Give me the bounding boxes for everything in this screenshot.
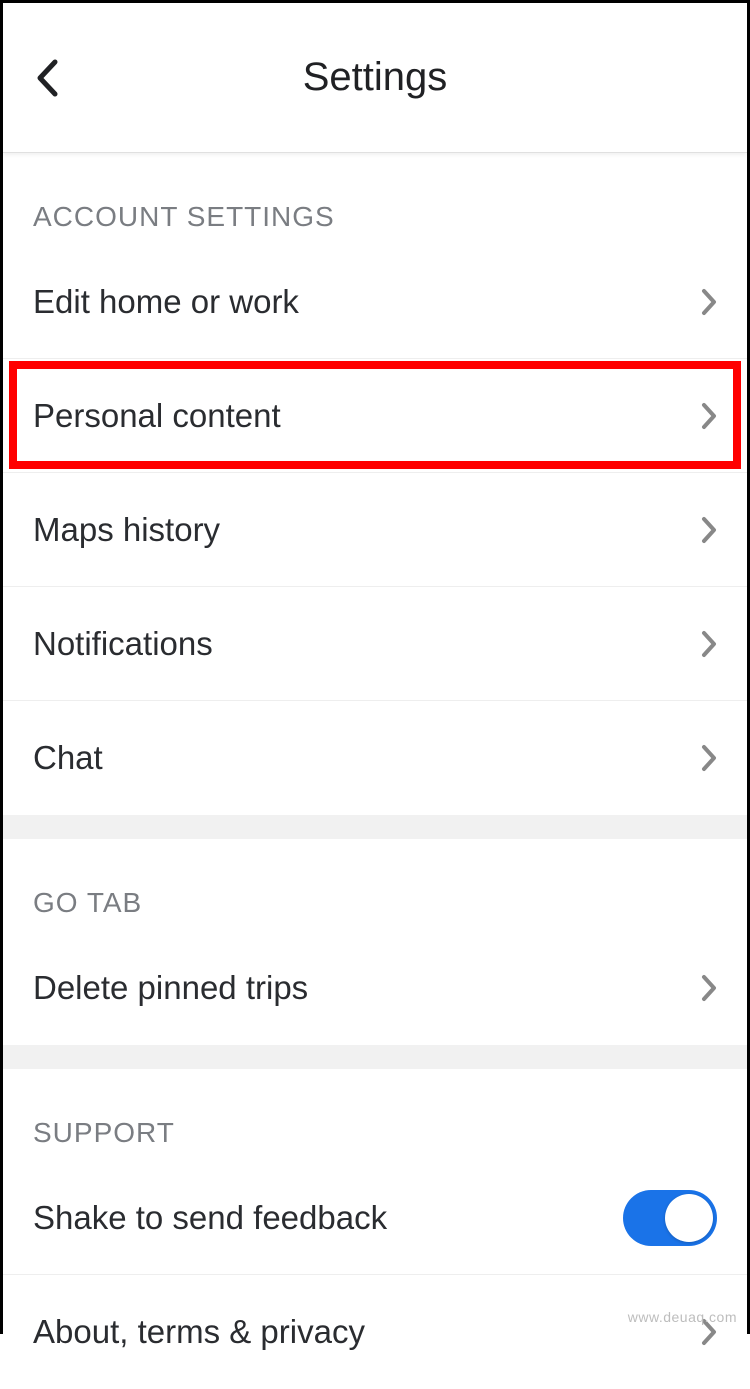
row-maps-history[interactable]: Maps history [3,473,747,587]
row-about-terms-privacy[interactable]: About, terms & privacy [3,1275,747,1389]
row-edit-home-work[interactable]: Edit home or work [3,245,747,359]
chevron-left-icon [36,59,58,97]
chevron-right-icon [701,402,717,430]
chevron-right-icon [701,630,717,658]
row-label: Personal content [33,397,281,435]
chevron-right-icon [701,288,717,316]
row-label: Notifications [33,625,213,663]
section-header-support: SUPPORT [3,1069,747,1161]
row-notifications[interactable]: Notifications [3,587,747,701]
row-label: Maps history [33,511,220,549]
row-label: Edit home or work [33,283,299,321]
section-header-go-tab: GO TAB [3,839,747,931]
row-label: Chat [33,739,103,777]
row-label: About, terms & privacy [33,1313,365,1351]
toggle-knob [665,1194,713,1242]
chevron-right-icon [701,974,717,1002]
back-button[interactable] [27,48,67,108]
chevron-right-icon [701,744,717,772]
row-shake-feedback[interactable]: Shake to send feedback [3,1161,747,1275]
row-chat[interactable]: Chat [3,701,747,815]
row-delete-pinned-trips[interactable]: Delete pinned trips [3,931,747,1045]
row-label: Delete pinned trips [33,969,308,1007]
chevron-right-icon [701,516,717,544]
section-header-account: ACCOUNT SETTINGS [3,153,747,245]
section-divider [3,815,747,839]
toggle-shake-feedback[interactable] [623,1190,717,1246]
page-title: Settings [27,55,723,100]
header-bar: Settings [3,3,747,153]
row-personal-content[interactable]: Personal content [3,359,747,473]
section-divider [3,1045,747,1069]
row-label: Shake to send feedback [33,1199,387,1237]
watermark: www.deuaq.com [628,1309,737,1325]
